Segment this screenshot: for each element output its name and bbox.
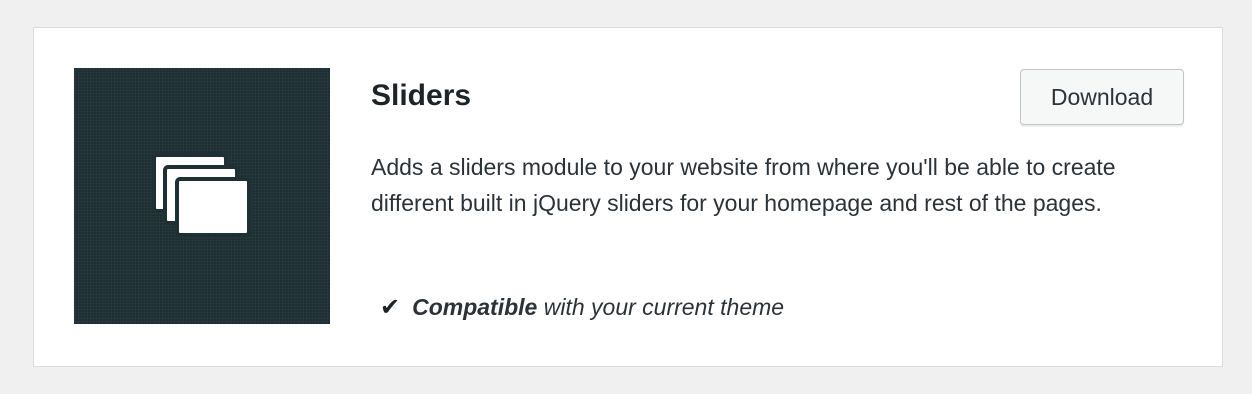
plugin-thumbnail — [74, 68, 330, 324]
compatibility-note: ✔ Compatible with your current theme — [380, 292, 784, 323]
download-button[interactable]: Download — [1020, 69, 1184, 125]
checkmark-icon: ✔ — [380, 294, 401, 321]
compatibility-text: with your current theme — [537, 294, 785, 320]
plugin-description: Adds a sliders module to your website fr… — [371, 154, 1116, 216]
plugin-card: Sliders Download Adds a sliders module t… — [33, 27, 1223, 367]
plugin-title: Sliders — [371, 79, 472, 112]
compatible-label: Compatible — [412, 294, 538, 320]
